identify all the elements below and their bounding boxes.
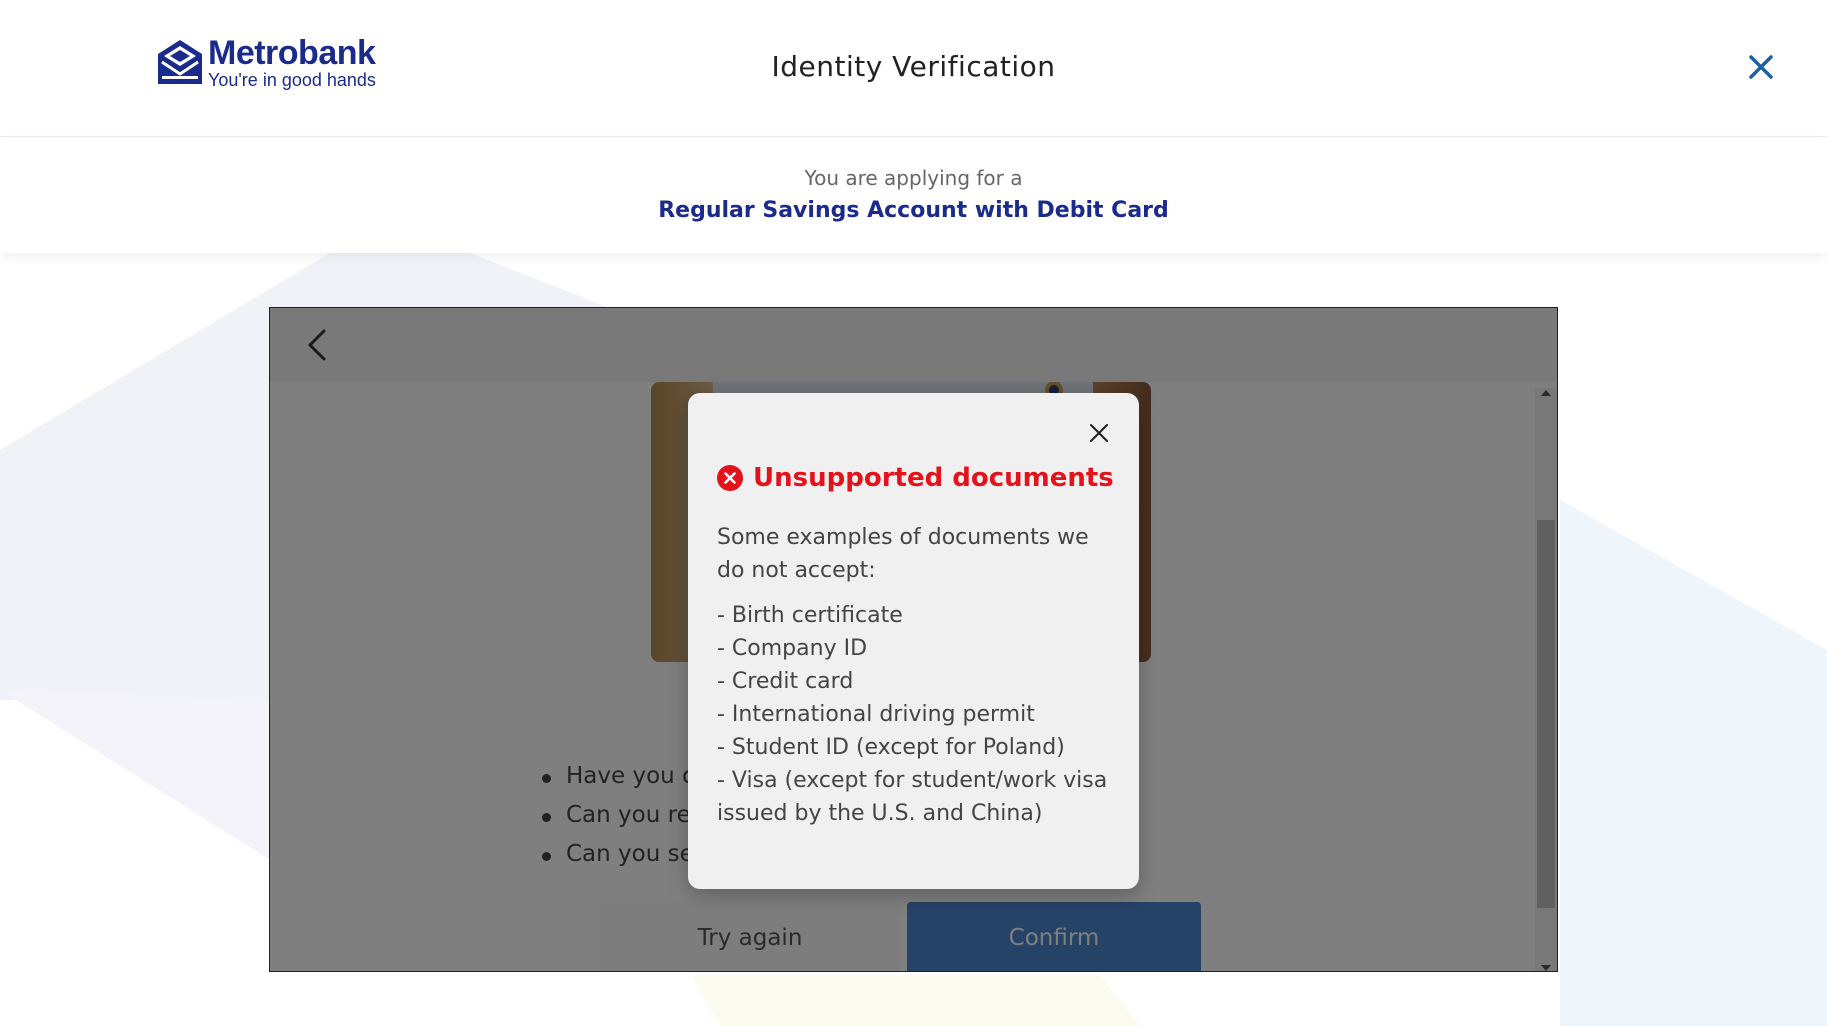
unsupported-documents-dialog: Unsupported documents Some examples of d… [688,393,1139,889]
verification-frame: Have you cl Can you rea Can you see Try … [269,307,1558,972]
product-name: Regular Savings Account with Debit Card [658,198,1169,223]
list-item: - Visa (except for student/work visa iss… [717,768,1108,826]
close-icon[interactable] [1744,50,1778,84]
applying-label: You are applying for a [804,166,1023,190]
list-item: - International driving permit [717,702,1035,727]
page-title: Identity Verification [771,50,1056,83]
list-item: - Company ID [717,636,868,661]
list-item: - Credit card [717,669,854,694]
error-icon [717,465,743,491]
list-item: - Student ID (except for Poland) [717,735,1065,760]
application-summary: You are applying for a Regular Savings A… [0,138,1827,253]
dialog-title-row: Unsupported documents [717,463,1114,493]
dialog-title: Unsupported documents [753,463,1114,493]
list-item: - Birth certificate [717,603,903,628]
close-icon[interactable] [1088,422,1110,444]
unsupported-documents-list: - Birth certificate - Company ID - Credi… [717,599,1117,830]
dialog-intro: Some examples of documents we do not acc… [717,525,1089,583]
app-header: Metrobank You're in good hands Identity … [0,0,1827,137]
